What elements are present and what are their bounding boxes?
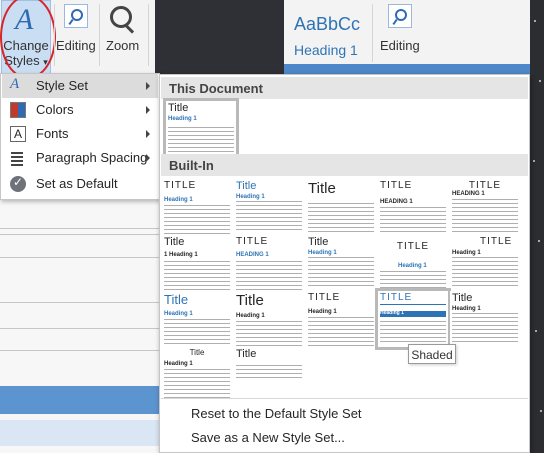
menu-item-paragraph-spacing[interactable]: Paragraph Spacing [2, 146, 158, 170]
zoom-label: Zoom [106, 38, 140, 53]
find-icon [64, 4, 88, 28]
style-set-thumb[interactable]: TITLE Heading 1 [378, 235, 448, 291]
style-set-thumb[interactable]: Title [306, 179, 376, 235]
style-set-thumb[interactable]: Title Heading 1 [162, 347, 232, 403]
style-set-thumb[interactable]: TITLE Heading 1 [306, 291, 376, 347]
editing-button-left[interactable]: Editing [54, 0, 100, 66]
menu-item-set-as-default[interactable]: Set as Default [2, 172, 158, 196]
thumb-title: Title [168, 102, 189, 114]
thumb-heading: Heading 1 [168, 116, 197, 122]
checkmark-icon [10, 175, 26, 192]
style-set-thumb[interactable]: TITLE HEADING 1 [450, 179, 520, 235]
editing-label-left: Editing [56, 38, 96, 53]
find-icon-right [388, 4, 412, 28]
change-styles-menu: A Style Set Colors Fonts Paragraph Spaci… [0, 73, 160, 200]
change-styles-button[interactable]: A Change Styles ▾ [0, 0, 56, 79]
style-set-thumb[interactable]: Title Heading 1 [234, 291, 304, 347]
tooltip: Shaded [408, 344, 456, 364]
style-set-current[interactable]: Title Heading 1 [163, 98, 239, 160]
style-set-thumb[interactable]: Title Heading 1 [162, 291, 232, 347]
zoom-button[interactable]: Zoom [100, 0, 146, 66]
style-set-icon: A [10, 76, 20, 92]
submenu-arrow-icon [146, 154, 150, 162]
style-set-thumb[interactable]: Title 1 Heading 1 [162, 235, 232, 291]
fonts-icon [10, 126, 26, 142]
style-set-thumb[interactable]: Title Heading 1 [450, 291, 520, 347]
reset-style-set-command[interactable]: Reset to the Default Style Set [191, 406, 362, 421]
submenu-arrow-icon [146, 82, 150, 90]
ribbon-left: A Change Styles ▾ Editing Zoom [0, 0, 155, 79]
desktop-background [530, 0, 544, 453]
style-set-thumb[interactable]: TITLE HEADING 1 [234, 235, 304, 291]
paragraph-spacing-icon [10, 150, 26, 166]
style-set-thumb[interactable]: TITLE HEADING 1 [378, 179, 448, 235]
menu-item-label: Paragraph Spacing [36, 150, 148, 165]
menu-item-label: Set as Default [36, 176, 118, 191]
style-set-thumb-shaded[interactable]: TITLE Heading 1 [375, 288, 451, 350]
menu-item-label: Fonts [36, 126, 69, 141]
style-set-thumb[interactable]: TITLE Heading 1 [162, 179, 232, 235]
editing-label-right: Editing [380, 38, 420, 53]
menu-item-style-set[interactable]: A Style Set [2, 74, 158, 98]
this-document-header: This Document [161, 77, 528, 99]
style-set-gallery: This Document Title Heading 1 Built-In T… [159, 74, 530, 453]
resize-grip[interactable]: ..... [337, 445, 355, 452]
zoom-icon [110, 6, 132, 28]
submenu-arrow-icon [146, 106, 150, 114]
style-sample-text: AaBbCc [294, 14, 361, 34]
submenu-arrow-icon [146, 130, 150, 138]
save-style-set-command[interactable]: Save as a New Style Set... [191, 430, 345, 445]
colors-icon [10, 102, 26, 118]
editing-button-right[interactable]: Editing [378, 0, 424, 64]
style-set-thumb[interactable]: Title [234, 347, 304, 403]
style-set-thumb[interactable]: TITLE Heading 1 [450, 235, 520, 291]
menu-item-label: Colors [36, 102, 74, 117]
style-set-thumb[interactable]: Title Heading 1 [306, 235, 376, 291]
menu-item-label: Style Set [36, 78, 89, 93]
menu-item-fonts[interactable]: Fonts [2, 122, 158, 146]
style-set-thumb[interactable]: Title Heading 1 [234, 179, 304, 235]
built-in-header: Built-In [161, 154, 528, 176]
style-sample-name: Heading 1 [294, 42, 358, 58]
ribbon-right: AaBbCc Heading 1 Editing [284, 0, 530, 74]
style-heading1-gallery-item[interactable]: AaBbCc Heading 1 [284, 0, 368, 64]
menu-item-colors[interactable]: Colors [2, 98, 158, 122]
